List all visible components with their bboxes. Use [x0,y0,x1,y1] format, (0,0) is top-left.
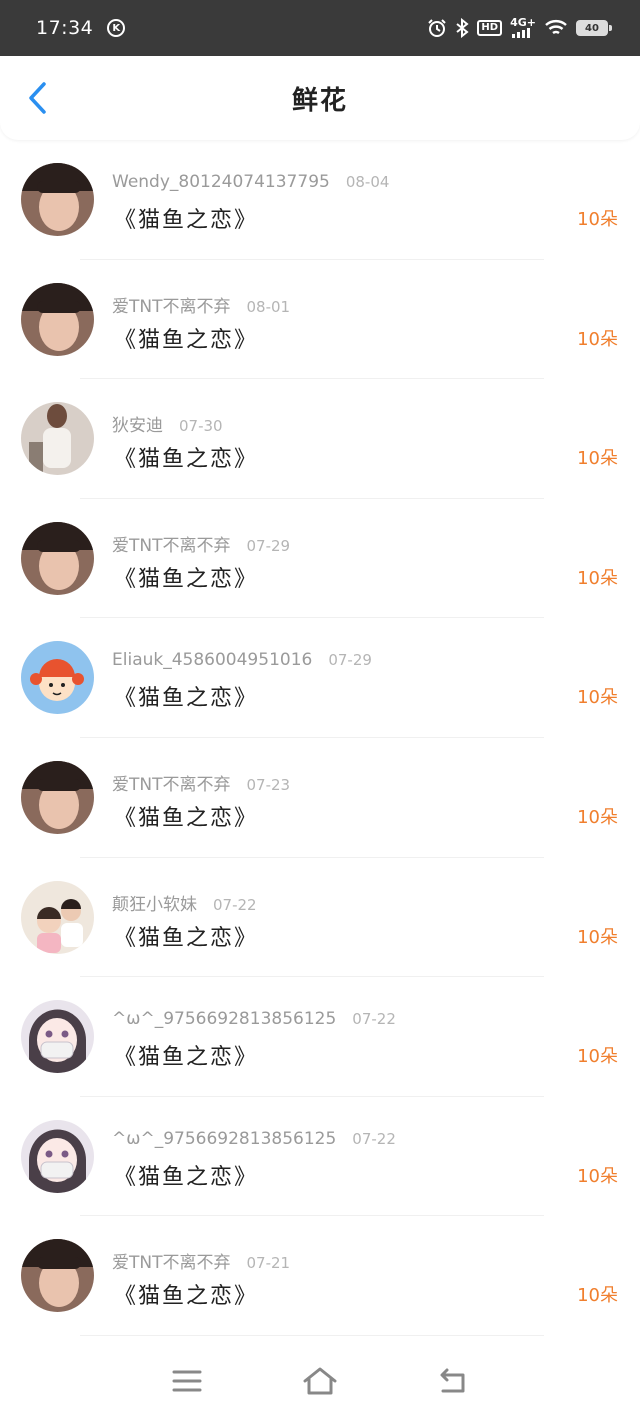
book-title: 《猫鱼之恋》 [114,447,259,473]
avatar[interactable] [21,282,94,356]
signal-icon: 4G+ [510,16,536,38]
username[interactable]: 爱TNT不离不弃 [112,1248,231,1273]
user-info: Wendy_80124074137795 08-04 [112,172,389,192]
list-item[interactable]: Eliauk_4586004951016 07-29 《猫鱼之恋》 10朵 [0,618,640,738]
list-item[interactable]: ^ω^_9756692813856125 07-22 《猫鱼之恋》 10朵 [0,977,640,1097]
username[interactable]: ^ω^_9756692813856125 [112,1129,336,1149]
list-item[interactable]: 爱TNT不离不弃 08-01 《猫鱼之恋》 10朵 [0,260,640,380]
chevron-left-icon [29,82,46,114]
list-item[interactable]: 爱TNT不离不弃 07-21 《猫鱼之恋》 10朵 [0,1216,640,1336]
book-title: 《猫鱼之恋》 [114,1284,259,1310]
book-title: 《猫鱼之恋》 [114,327,259,353]
title-bar: 鲜花 [0,56,640,140]
user-info: ^ω^_9756692813856125 07-22 [112,1009,396,1029]
username[interactable]: 爱TNT不离不弃 [112,531,231,556]
username[interactable]: Wendy_80124074137795 [112,172,330,192]
user-info: ^ω^_9756692813856125 07-22 [112,1129,396,1149]
avatar[interactable] [21,521,94,595]
battery-indicator: 40 [576,20,612,36]
list-item[interactable]: ^ω^_9756692813856125 07-22 《猫鱼之恋》 10朵 [0,1097,640,1217]
menu-button[interactable] [167,1361,207,1401]
list-item[interactable]: 爱TNT不离不弃 07-23 《猫鱼之恋》 10朵 [0,738,640,858]
gift-date: 07-22 [352,1010,396,1029]
avatar[interactable] [21,163,94,236]
status-right: HD 4G+ 40 [427,16,612,38]
gift-date: 07-21 [246,1254,291,1273]
book-title: 《猫鱼之恋》 [114,208,259,233]
wifi-icon [544,19,568,37]
list-item[interactable]: Wendy_80124074137795 08-04 《猫鱼之恋》 10朵 [0,140,640,260]
avatar[interactable] [21,880,94,954]
user-info: 爱TNT不离不弃 07-29 [112,531,290,556]
username[interactable]: 爱TNT不离不弃 [112,770,231,795]
book-title: 《猫鱼之恋》 [114,566,259,592]
gift-date: 07-23 [246,775,291,794]
avatar[interactable] [21,760,94,834]
book-title: 《猫鱼之恋》 [114,805,259,831]
user-info: 爱TNT不离不弃 07-21 [112,1248,290,1273]
flower-amount: 10朵 [577,328,618,350]
home-button[interactable] [300,1361,340,1401]
avatar[interactable] [21,402,94,476]
list-item[interactable]: 颠狂小软妹 07-22 《猫鱼之恋》 10朵 [0,858,640,978]
gift-date: 07-29 [246,536,291,555]
username[interactable]: 狄安迪 [112,411,163,436]
avatar[interactable] [21,1119,94,1193]
flower-amount: 10朵 [577,1046,618,1068]
avatar[interactable] [21,1239,94,1313]
username[interactable]: 颠狂小软妹 [112,890,197,915]
user-info: 爱TNT不离不弃 08-01 [112,292,290,317]
book-title: 《猫鱼之恋》 [114,686,259,712]
book-title: 《猫鱼之恋》 [114,1045,259,1071]
username[interactable]: 爱TNT不离不弃 [112,292,231,317]
home-icon [303,1367,337,1395]
flower-amount: 10朵 [577,448,618,470]
system-nav-bar [0,1340,640,1422]
flower-amount: 10朵 [577,1285,618,1307]
status-time: 17:34 [36,17,94,39]
book-title: 《猫鱼之恋》 [114,925,259,951]
flower-amount: 10朵 [577,1165,618,1187]
book-title: 《猫鱼之恋》 [114,1164,259,1190]
avatar[interactable] [21,641,94,715]
username[interactable]: Eliauk_4586004951016 [112,650,312,670]
flower-amount: 10朵 [577,806,618,828]
username[interactable]: ^ω^_9756692813856125 [112,1009,336,1029]
list-item[interactable]: 狄安迪 07-30 《猫鱼之恋》 10朵 [0,379,640,499]
avatar[interactable] [21,1000,94,1074]
bluetooth-icon [455,18,470,38]
user-info: 狄安迪 07-30 [112,411,223,436]
status-bar: 17:34 K HD 4G+ 40 [0,0,640,56]
gift-date: 07-22 [352,1129,396,1148]
return-button[interactable] [433,1361,473,1401]
flower-amount: 10朵 [577,209,618,230]
gift-date: 07-22 [213,895,257,914]
gift-date: 08-04 [345,173,390,191]
user-info: 颠狂小软妹 07-22 [112,890,257,915]
divider [80,1334,544,1336]
k-badge-icon: K [107,19,126,37]
user-info: 爱TNT不离不弃 07-23 [112,770,290,795]
network-type: 4G+ [510,16,536,29]
gift-date: 07-29 [328,651,372,670]
flower-amount: 10朵 [577,926,618,948]
flower-amount: 10朵 [577,687,618,709]
flower-list: Wendy_80124074137795 08-04 《猫鱼之恋》 10朵 爱TNT不离… [0,140,640,1336]
menu-icon [172,1370,202,1392]
flower-amount: 10朵 [577,567,618,589]
user-info: Eliauk_4586004951016 07-29 [112,650,372,670]
list-item[interactable]: 爱TNT不离不弃 07-29 《猫鱼之恋》 10朵 [0,499,640,619]
page-title: 鲜花 [291,85,348,116]
hd-badge: HD [477,20,503,36]
gift-date: 07-30 [179,417,223,436]
back-icon [440,1368,465,1393]
status-left: 17:34 K [36,17,126,39]
back-button[interactable] [20,80,56,116]
alarm-icon [427,18,447,38]
gift-date: 08-01 [246,297,291,316]
